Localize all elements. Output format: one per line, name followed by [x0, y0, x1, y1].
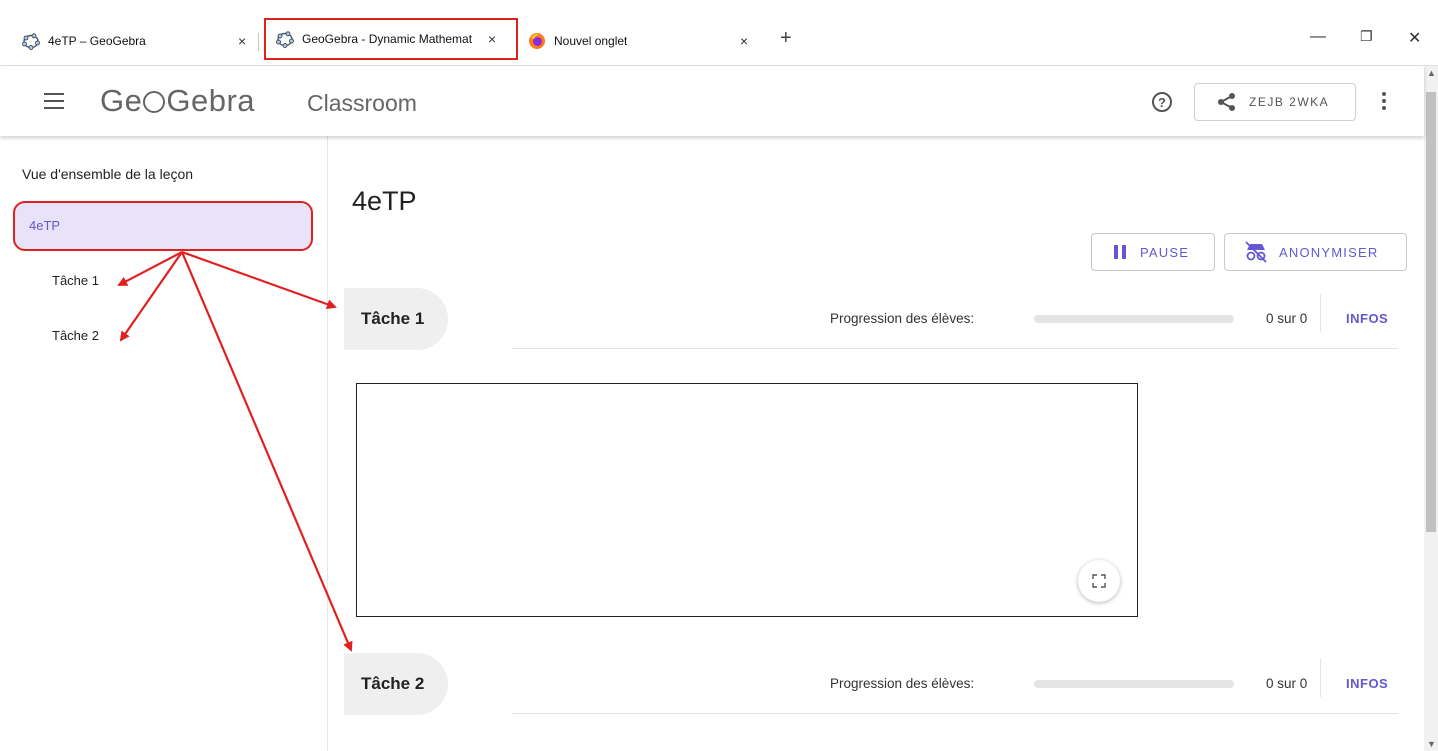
tab-geogebra-dynamic-mathematics[interactable]: GeoGebra - Dynamic Mathemat × — [264, 18, 518, 60]
tab-4etp-geogebra[interactable]: 4eTP – GeoGebra × — [22, 18, 254, 64]
logo-text-end: Gebra — [166, 83, 256, 118]
task-heading: Tâche 2 — [344, 653, 448, 715]
tab-divider — [258, 33, 259, 51]
task-heading: Tâche 1 — [344, 288, 448, 350]
share-code-button[interactable]: ZEJB 2WKA — [1194, 83, 1356, 121]
task-title: Tâche 1 — [361, 309, 425, 328]
tab-label: 4eTP – GeoGebra — [48, 34, 146, 48]
firefox-icon — [528, 32, 546, 50]
restore-button[interactable]: ❐ — [1360, 28, 1373, 45]
browser-tab-strip: 4eTP – GeoGebra × GeoGebra - Dynamic Mat… — [0, 0, 1438, 66]
tab-close-icon[interactable]: × — [488, 31, 496, 47]
scrollbar-thumb[interactable] — [1426, 92, 1436, 532]
product-name: Classroom — [307, 90, 417, 116]
logo-text-start: Ge — [100, 83, 143, 118]
anonymize-button[interactable]: ANONYMISER — [1224, 233, 1407, 271]
progress-bar — [1034, 315, 1234, 323]
sidebar-item-task-1[interactable]: Tâche 1 — [52, 273, 99, 288]
progress-count: 0 sur 0 — [1266, 311, 1308, 326]
geogebra-icon — [22, 32, 40, 50]
fullscreen-button[interactable] — [1078, 560, 1120, 602]
divider — [512, 348, 1398, 349]
scroll-up-arrow-icon[interactable]: ▲ — [1427, 68, 1436, 78]
progress-label: Progression des élèves: — [830, 676, 975, 691]
task-title: Tâche 2 — [361, 674, 425, 693]
sidebar-item-label: 4eTP — [29, 218, 61, 233]
anonymize-label: ANONYMISER — [1279, 244, 1379, 260]
progress-label: Progression des élèves: — [830, 311, 975, 326]
page-scrollbar[interactable]: ▲ ▼ — [1424, 66, 1438, 751]
infos-button[interactable]: INFOS — [1346, 676, 1388, 691]
share-icon — [1218, 93, 1235, 111]
tab-close-icon[interactable]: × — [238, 33, 246, 49]
infos-button[interactable]: INFOS — [1346, 311, 1388, 326]
share-code-label: ZEJB 2WKA — [1249, 95, 1330, 109]
fullscreen-icon — [1092, 574, 1106, 588]
progress-bar — [1034, 680, 1234, 688]
lesson-sidebar: Vue d'ensemble de la leçon 4eTP Tâche 1 … — [0, 136, 328, 751]
divider — [1320, 294, 1321, 332]
tab-close-icon[interactable]: × — [740, 33, 748, 49]
more-options-icon[interactable] — [1382, 92, 1386, 113]
tab-label: Nouvel onglet — [554, 34, 628, 48]
sidebar-item-task-2[interactable]: Tâche 2 — [52, 328, 99, 343]
geogebra-icon — [276, 30, 294, 48]
scroll-down-arrow-icon[interactable]: ▼ — [1427, 739, 1436, 749]
geogebra-logo[interactable]: Ge Gebra — [100, 83, 255, 119]
task-applet-preview[interactable] — [356, 383, 1138, 617]
hamburger-menu-icon[interactable] — [44, 93, 64, 109]
app-header: Ge Gebra Classroom ? ZEJB 2WKA — [0, 66, 1424, 136]
divider — [512, 713, 1398, 714]
new-tab-button[interactable]: + — [780, 28, 792, 48]
divider — [1320, 659, 1321, 697]
tab-strip-top — [0, 0, 1438, 13]
minimize-button[interactable]: — — [1310, 28, 1326, 46]
pause-label: PAUSE — [1140, 244, 1190, 260]
lesson-main-panel: 4eTP PAUSE ANONYMISER Tâche 1 Progressio… — [328, 136, 1424, 751]
sidebar-item-lesson[interactable]: 4eTP — [13, 201, 313, 251]
task-section-1: Tâche 1 Progression des élèves: 0 sur 0 … — [344, 288, 1408, 350]
close-window-button[interactable]: ✕ — [1408, 28, 1421, 48]
sidebar-item-overview[interactable]: Vue d'ensemble de la leçon — [22, 166, 193, 182]
tab-label: GeoGebra - Dynamic Mathemat — [302, 32, 473, 46]
pause-button[interactable]: PAUSE — [1091, 233, 1215, 271]
pause-icon — [1114, 245, 1126, 259]
help-icon[interactable]: ? — [1152, 92, 1172, 112]
page-title: 4eTP — [352, 186, 417, 216]
tab-nouvel-onglet[interactable]: Nouvel onglet × — [528, 18, 772, 64]
progress-count: 0 sur 0 — [1266, 676, 1308, 691]
anonymize-icon — [1245, 241, 1267, 263]
logo-flower-icon — [143, 91, 166, 113]
task-section-2: Tâche 2 Progression des élèves: 0 sur 0 … — [344, 653, 1408, 715]
